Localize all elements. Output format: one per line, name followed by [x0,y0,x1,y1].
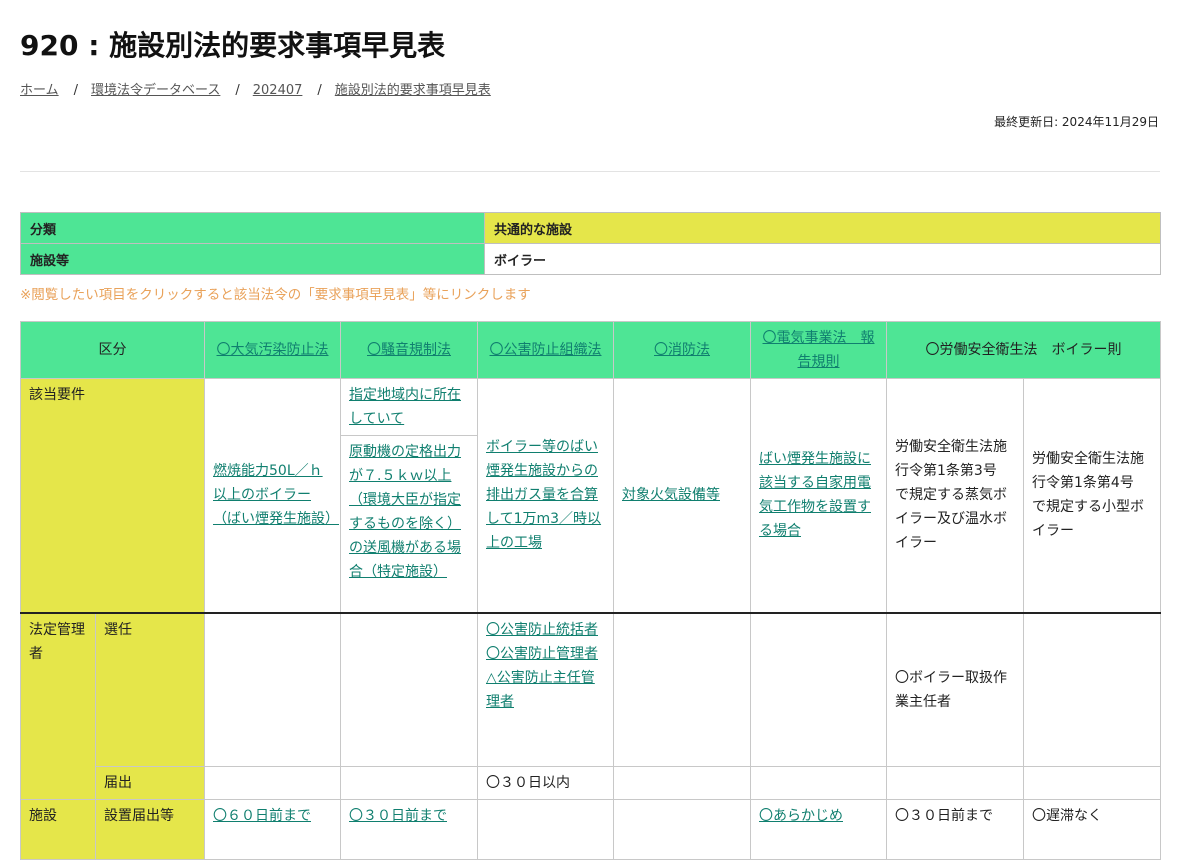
pollution-manager-link[interactable]: 〇公害防止管理者 [486,646,598,662]
breadcrumb-current-link[interactable]: 施設別法的要求事項早見表 [335,83,491,98]
header-noise: 〇騒音規制法 [340,321,478,379]
header-category: 区分 [20,321,205,379]
header-pollution-org: 〇公害防止組織法 [477,321,614,379]
applicable-labor-cell-1: 労働安全衛生法施行令第1条第3号 で規定する蒸気ボイラー及び温水ボイラー [886,378,1024,614]
header-labor: 〇労働安全衛生法 ボイラー則 [886,321,1161,379]
table-row: 届出 〇３０日以内 [21,766,1161,800]
notify-electric-cell [750,766,887,800]
applicable-pollution-cell: ボイラー等のばい煙発生施設からの排出ガス量を合算して1万m3／時以上の工場 [477,378,614,614]
appoint-noise-cell [340,612,478,767]
notify-noise-cell [340,766,478,800]
appoint-electric-cell [750,612,887,767]
appoint-air-cell [204,612,341,767]
notify-labor-cell-1 [886,766,1024,800]
divider [20,171,1160,172]
last-updated: 最終更新日: 2024年11月29日 [994,115,1159,129]
applicable-electric-link[interactable]: ばい煙発生施設に該当する自家用電気工作物を設置する場合 [759,451,871,539]
page-title: 920 : 施設別法的要求事項早見表 [20,29,446,62]
applicable-noise-link-2[interactable]: 原動機の定格出力が７.５ｋｗ以上（環境大臣が指定するものを除く）の送風機がある場… [349,444,461,580]
link-note: ※閲覧したい項目をクリックすると該当法令の「要求事項早見表」等にリンクします [20,287,531,303]
notify-labor-cell-2 [1023,766,1161,800]
install-air-link[interactable]: 〇６０日前まで [213,808,311,824]
requirements-table: 区分 〇大気汚染防止法 〇騒音規制法 〇公害防止組織法 〇消防法 〇電気事業法 … [20,321,1161,860]
breadcrumb-202407-link[interactable]: 202407 [253,83,303,98]
facility-value: ボイラー [484,243,1161,275]
table-row: 該当要件 燃焼能力50L／ｈ以上のボイラー（ばい煙発生施設） 指定地域内に所在し… [20,378,1161,614]
install-labor-cell-1: 〇３０日前まで [886,799,1024,860]
header-electric: 〇電気事業法 報告規則 [750,321,887,379]
category-value: 共通的な施設 [484,212,1161,244]
notify-label: 届出 [95,766,205,800]
applicable-fire-link[interactable]: 対象火気設備等 [622,487,720,503]
install-notify-label: 設置届出等 [95,799,205,860]
pollution-org-law-link[interactable]: 〇公害防止組織法 [490,342,602,358]
install-electric-link[interactable]: 〇あらかじめ [759,808,843,824]
applicable-noise-cell-1: 指定地域内に所在していて [340,378,478,436]
applicable-label: 該当要件 [20,378,205,614]
breadcrumb-separator: / [73,83,79,98]
breadcrumb-separator: / [317,83,322,98]
notify-fire-cell [613,766,751,800]
notify-pollution-cell: 〇３０日以内 [477,766,614,800]
notify-air-cell [204,766,341,800]
pollution-head-manager-link[interactable]: △公害防止主任管理者 [486,670,595,710]
facility-section-label: 施設 [20,799,96,860]
install-pollution-cell [477,799,614,860]
noise-law-link[interactable]: 〇騒音規制法 [367,342,451,358]
appoint-label: 選任 [95,612,205,767]
electric-law-link[interactable]: 〇電気事業法 報告規則 [763,330,875,370]
table-row: 法定管理者 選任 〇公害防止統括者 〇公害防止管理者 △公害防止主任管理者 〇ボ… [20,612,1161,800]
applicable-noise-link-1[interactable]: 指定地域内に所在していて [349,387,461,427]
applicable-air-link[interactable]: 燃焼能力50L／ｈ以上のボイラー（ばい煙発生施設） [213,463,339,527]
install-noise-cell: 〇３０日前まで [340,799,478,860]
appoint-fire-cell [613,612,751,767]
air-pollution-law-link[interactable]: 〇大気汚染防止法 [217,342,329,358]
appoint-labor-cell-1: 〇ボイラー取扱作業主任者 [886,612,1024,767]
applicable-noise-cell-2: 原動機の定格出力が７.５ｋｗ以上（環境大臣が指定するものを除く）の送風機がある場… [340,435,478,614]
applicable-electric-cell: ばい煙発生施設に該当する自家用電気工作物を設置する場合 [750,378,887,614]
install-electric-cell: 〇あらかじめ [750,799,887,860]
pollution-chief-link[interactable]: 〇公害防止統括者 [486,622,598,638]
install-noise-link[interactable]: 〇３０日前まで [349,808,447,824]
facility-label: 施設等 [20,243,485,275]
header-fire: 〇消防法 [613,321,751,379]
appoint-labor-cell-2 [1023,612,1161,767]
breadcrumb-env-db-link[interactable]: 環境法令データベース [91,83,220,98]
install-labor-cell-2: 〇遅滞なく [1023,799,1161,860]
install-air-cell: 〇６０日前まで [204,799,341,860]
fire-law-link[interactable]: 〇消防法 [654,342,710,358]
breadcrumb: ホーム / 環境法令データベース / 202407 / 施設別法的要求事項早見表 [20,79,491,98]
breadcrumb-home-link[interactable]: ホーム [20,83,59,98]
breadcrumb-separator: / [235,83,240,98]
header-air-pollution: 〇大気汚染防止法 [204,321,341,379]
install-fire-cell [613,799,751,860]
table-row: 施設 設置届出等 〇６０日前まで 〇３０日前まで 〇あらかじめ 〇３０日前まで … [20,799,1161,860]
category-label: 分類 [20,212,485,244]
applicable-labor-cell-2: 労働安全衛生法施行令第1条第4号 で規定する小型ボイラー [1023,378,1161,614]
applicable-pollution-link[interactable]: ボイラー等のばい煙発生施設からの排出ガス量を合算して1万m3／時以上の工場 [486,439,601,551]
header-row: 区分 〇大気汚染防止法 〇騒音規制法 〇公害防止組織法 〇消防法 〇電気事業法 … [20,321,1161,379]
manager-label: 法定管理者 [20,612,96,800]
applicable-fire-cell: 対象火気設備等 [613,378,751,614]
appoint-pollution-cell: 〇公害防止統括者 〇公害防止管理者 △公害防止主任管理者 [477,612,614,767]
facility-info-table: 分類 共通的な施設 施設等 ボイラー [20,212,1161,275]
applicable-air-cell: 燃焼能力50L／ｈ以上のボイラー（ばい煙発生施設） [204,378,341,614]
